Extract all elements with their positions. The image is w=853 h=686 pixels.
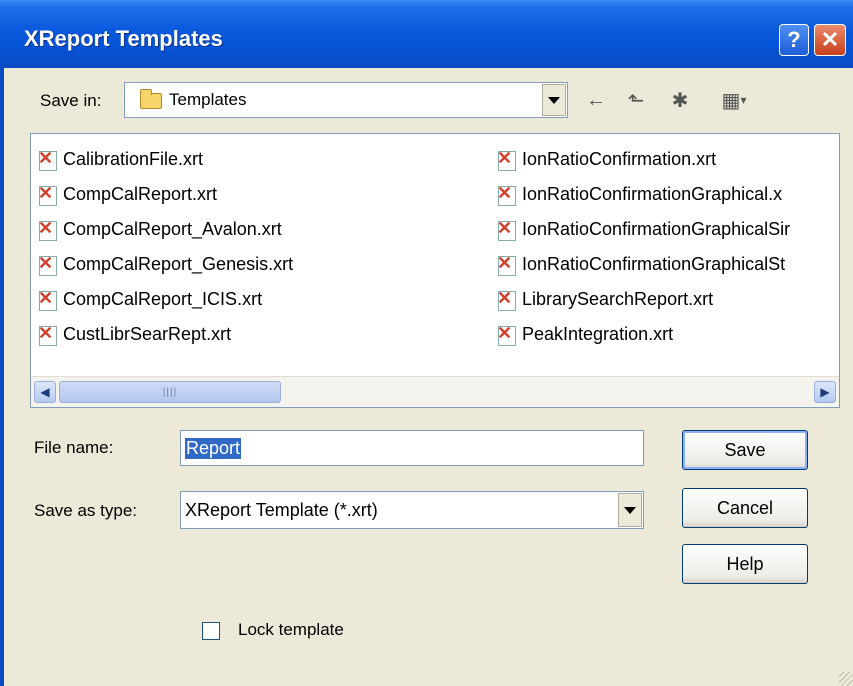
file-name-value: Report <box>185 438 242 459</box>
xrt-file-icon <box>37 323 59 346</box>
scroll-right-icon[interactable]: ▶ <box>814 381 836 403</box>
file-name: CalibrationFile.xrt <box>63 149 204 169</box>
back-icon[interactable]: ← <box>582 88 610 112</box>
folder-icon <box>140 89 162 109</box>
save-in-label: Save in: <box>40 91 102 110</box>
save-as-type-select[interactable]: XReport Template (*.xrt) <box>180 491 644 529</box>
file-name: LibrarySearchReport.xrt <box>522 289 714 309</box>
lock-template-checkbox[interactable] <box>202 622 220 640</box>
title-bar[interactable]: XReport Templates ? ✕ <box>0 0 853 68</box>
file-item[interactable]: CustLibrSearRept.xrt <box>37 317 293 352</box>
xrt-file-icon <box>496 183 518 206</box>
save-button[interactable]: Save <box>682 430 808 470</box>
file-item[interactable]: CalibrationFile.xrt <box>37 142 293 177</box>
horizontal-scrollbar[interactable]: ◀ |||| ▶ <box>31 376 839 407</box>
view-menu-icon[interactable]: ▦ ▾ <box>712 88 756 112</box>
window-border <box>0 68 4 686</box>
new-folder-icon[interactable]: ✱ <box>666 88 694 112</box>
chevron-down-icon[interactable] <box>542 84 566 116</box>
file-item[interactable]: PeakIntegration.xrt <box>496 317 790 352</box>
file-item[interactable]: CompCalReport.xrt <box>37 177 293 212</box>
xrt-file-icon <box>496 253 518 276</box>
file-name: CompCalReport_Genesis.xrt <box>63 254 294 274</box>
xrt-file-icon <box>496 148 518 171</box>
chevron-down-icon[interactable] <box>618 493 642 527</box>
save-as-type-label: Save as type: <box>34 501 138 520</box>
file-name: IonRatioConfirmation.xrt <box>522 149 717 169</box>
file-item[interactable]: CompCalReport_Avalon.xrt <box>37 212 293 247</box>
up-folder-icon[interactable]: ⬑ <box>622 88 650 112</box>
scrollbar-thumb[interactable]: |||| <box>59 381 281 403</box>
file-name: CustLibrSearRept.xrt <box>63 324 232 344</box>
cancel-button[interactable]: Cancel <box>682 488 808 528</box>
file-name-input[interactable]: Report <box>180 430 644 466</box>
views-icon: ▦ <box>721 89 741 112</box>
file-item[interactable]: IonRatioConfirmationGraphicalSt <box>496 247 790 282</box>
resize-grip[interactable] <box>839 672 853 686</box>
file-column-right: IonRatioConfirmation.xrt IonRatioConfirm… <box>496 142 790 352</box>
xrt-file-icon <box>496 323 518 346</box>
xrt-file-icon <box>37 183 59 206</box>
file-column-left: CalibrationFile.xrt CompCalReport.xrt Co… <box>37 142 293 352</box>
xrt-file-icon <box>37 288 59 311</box>
file-name: IonRatioConfirmationGraphicalSir <box>522 219 791 239</box>
save-dialog: XReport Templates ? ✕ Save in: Templates… <box>0 0 853 686</box>
help-button[interactable]: Help <box>682 544 808 584</box>
file-name: PeakIntegration.xrt <box>522 324 674 344</box>
lock-template-label: Lock template <box>238 620 344 639</box>
file-item[interactable]: IonRatioConfirmation.xrt <box>496 142 790 177</box>
xrt-file-icon <box>37 218 59 241</box>
file-name: CompCalReport_Avalon.xrt <box>63 219 282 239</box>
file-name-label: File name: <box>34 438 114 457</box>
file-list[interactable]: CalibrationFile.xrt CompCalReport.xrt Co… <box>30 133 840 408</box>
file-item[interactable]: LibrarySearchReport.xrt <box>496 282 790 317</box>
title-close-button[interactable]: ✕ <box>814 24 846 56</box>
chevron-down-icon: ▾ <box>740 93 747 107</box>
xrt-file-icon <box>37 253 59 276</box>
xrt-file-icon <box>496 218 518 241</box>
save-as-type-value: XReport Template (*.xrt) <box>185 500 378 520</box>
file-name: IonRatioConfirmationGraphicalSt <box>522 254 786 274</box>
file-item[interactable]: CompCalReport_ICIS.xrt <box>37 282 293 317</box>
xrt-file-icon <box>37 148 59 171</box>
xrt-file-icon <box>496 288 518 311</box>
file-item[interactable]: IonRatioConfirmationGraphical.x <box>496 177 790 212</box>
file-name: CompCalReport.xrt <box>63 184 218 204</box>
scroll-left-icon[interactable]: ◀ <box>34 381 56 403</box>
file-item[interactable]: IonRatioConfirmationGraphicalSir <box>496 212 790 247</box>
file-name: CompCalReport_ICIS.xrt <box>63 289 263 309</box>
title-help-button[interactable]: ? <box>779 24 809 56</box>
dialog-title: XReport Templates <box>24 26 223 51</box>
save-in-value: Templates <box>169 90 247 109</box>
save-in-dropdown[interactable]: Templates <box>124 82 568 118</box>
file-name: IonRatioConfirmationGraphical.x <box>522 184 783 204</box>
file-item[interactable]: CompCalReport_Genesis.xrt <box>37 247 293 282</box>
